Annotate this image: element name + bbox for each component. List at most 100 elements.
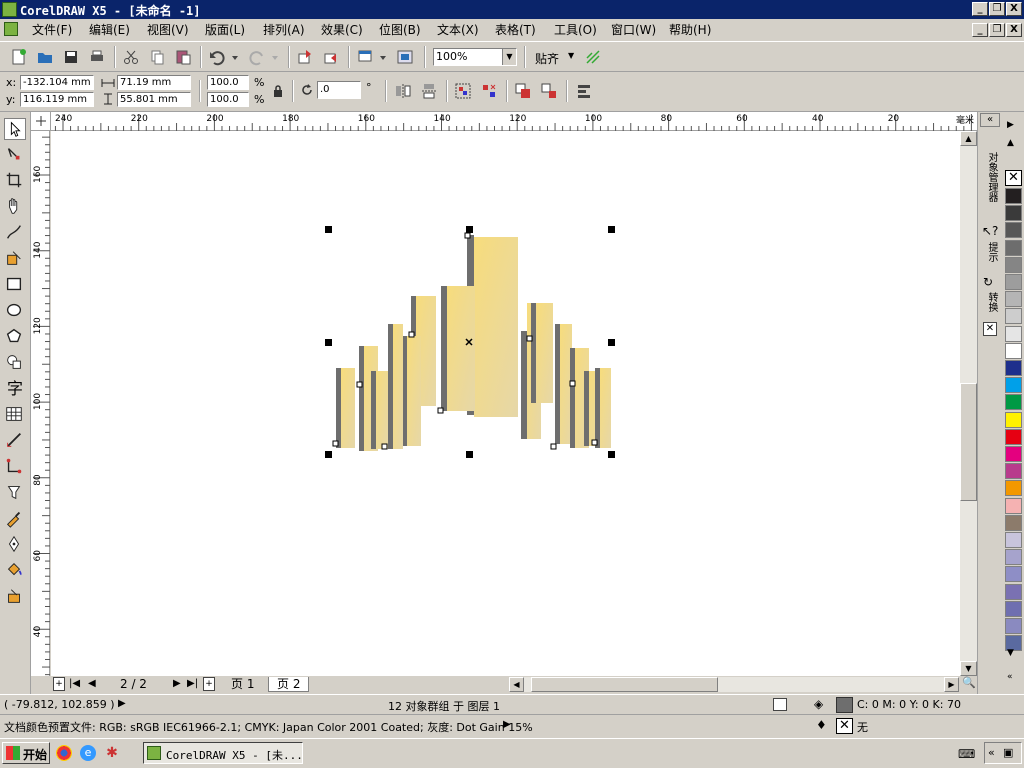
scroll-left-arrow[interactable]: ◀ (509, 677, 524, 692)
polygon-tool-icon[interactable] (4, 326, 26, 348)
menu-effects[interactable]: 效果(C) (321, 22, 363, 38)
color-swatch[interactable] (1005, 291, 1022, 308)
pan-tool-icon[interactable] (4, 196, 26, 218)
selection-handle[interactable] (325, 451, 332, 458)
cut-icon[interactable] (122, 48, 140, 66)
next-page-icon[interactable]: ▶ (173, 678, 181, 689)
status-expand-icon[interactable]: ▶ (118, 698, 126, 709)
save-icon[interactable] (62, 48, 80, 66)
menu-bitmaps[interactable]: 位图(B) (379, 22, 421, 38)
snap-to-dropdown[interactable]: 贴齐 (535, 50, 559, 67)
shadow-shape[interactable] (388, 324, 393, 449)
menu-help[interactable]: 帮助(H) (669, 22, 711, 38)
scale-y-field[interactable]: 100.0 (207, 92, 249, 107)
height-field[interactable]: 55.801 mm (117, 92, 191, 107)
color-swatch[interactable] (1005, 618, 1022, 634)
fill-tool-icon[interactable] (4, 560, 26, 582)
ellipse-tool-icon[interactable] (4, 300, 26, 322)
mirror-horizontal-icon[interactable] (394, 82, 412, 100)
color-swatch[interactable] (1005, 308, 1022, 325)
menu-window[interactable]: 窗口(W) (611, 22, 656, 38)
color-swatch[interactable] (1005, 377, 1022, 394)
building-shape[interactable] (474, 237, 518, 417)
building-shape[interactable] (600, 368, 611, 448)
undo-dropdown-icon[interactable] (230, 48, 240, 66)
add-page-after-icon[interactable]: + (203, 677, 215, 691)
transform-icon[interactable]: ↻ (983, 275, 993, 289)
quick-launch-ie-icon[interactable]: e (80, 745, 96, 761)
text-tool-icon[interactable]: 字 (4, 378, 26, 400)
quick-launch-chrome-icon[interactable] (56, 745, 72, 761)
selection-handle[interactable] (325, 339, 332, 346)
profile-expand-icon[interactable]: ▶ (503, 719, 511, 730)
export-icon[interactable] (322, 48, 340, 66)
menu-text[interactable]: 文本(X) (437, 22, 479, 38)
docker-collapse-icon[interactable]: « (980, 113, 1000, 127)
color-profile-info[interactable]: 文档颜色预置文件: RGB: sRGB IEC61966-2.1; CMYK: … (4, 719, 533, 735)
doc-minimize-button[interactable]: _ (972, 23, 988, 37)
color-swatch[interactable] (1005, 411, 1022, 428)
shadow-shape[interactable] (441, 286, 447, 411)
palette-scroll-down-icon[interactable]: ▼ (1007, 648, 1014, 658)
shadow-shape[interactable] (371, 371, 376, 449)
shadow-shape[interactable] (359, 346, 364, 451)
building-shape[interactable] (447, 286, 475, 411)
menu-arrange[interactable]: 排列(A) (263, 22, 305, 38)
lock-ratio-icon[interactable] (272, 84, 284, 98)
x-position-field[interactable]: -132.104 mm (20, 75, 94, 90)
selection-handle[interactable] (608, 451, 615, 458)
zoom-level-select[interactable]: 100% ▼ (433, 48, 517, 66)
first-page-icon[interactable]: |◀ (69, 678, 80, 689)
redo-dropdown-icon[interactable] (270, 48, 280, 66)
combine-icon[interactable] (514, 82, 532, 100)
basic-shapes-tool-icon[interactable] (4, 352, 26, 374)
chevron-down-icon[interactable]: ▼ (502, 49, 516, 65)
selection-handle[interactable] (466, 226, 473, 233)
shadow-shape[interactable] (570, 348, 575, 448)
shadow-shape[interactable] (555, 324, 560, 444)
building-shape[interactable] (407, 336, 421, 446)
color-swatch[interactable] (1005, 566, 1022, 583)
scale-x-field[interactable]: 100.0 (207, 75, 249, 90)
shadow-shape[interactable] (595, 368, 600, 448)
color-swatch[interactable] (1005, 360, 1022, 376)
selection-handle[interactable] (466, 451, 473, 458)
app-icon[interactable] (2, 2, 17, 17)
menu-table[interactable]: 表格(T) (495, 22, 536, 38)
restore-button[interactable]: ❐ (989, 2, 1005, 16)
menu-edit[interactable]: 编辑(E) (89, 22, 130, 38)
print-icon[interactable] (88, 48, 106, 66)
selection-handle[interactable] (608, 339, 615, 346)
color-swatch[interactable] (1005, 342, 1022, 359)
building-shape[interactable] (393, 324, 403, 449)
width-field[interactable]: 71.19 mm (117, 75, 191, 90)
fill-bucket-icon[interactable]: ◈ (814, 697, 830, 713)
undo-icon[interactable] (208, 48, 226, 66)
vertical-ruler[interactable]: 160 140 120 100 80 60 40 (31, 131, 50, 676)
tab-page-1[interactable]: 页 1 (223, 677, 263, 692)
hints-icon[interactable]: ↖? (982, 224, 998, 238)
palette-scroll-up-icon[interactable]: ▶ (1007, 120, 1014, 130)
shadow-shape[interactable] (531, 303, 536, 403)
close-button[interactable]: X (1006, 2, 1022, 16)
eyedropper-tool-icon[interactable] (4, 508, 26, 530)
building-shape[interactable] (376, 371, 388, 449)
color-swatch[interactable] (1005, 549, 1022, 566)
palette-expand-icon[interactable]: « (1007, 672, 1013, 682)
table-tool-icon[interactable] (4, 404, 26, 426)
break-apart-icon[interactable] (540, 82, 558, 100)
color-swatch[interactable] (1005, 600, 1022, 617)
horizontal-scrollbar[interactable]: ◀ ▶ (509, 677, 959, 692)
color-swatch[interactable] (1005, 514, 1022, 531)
shadow-shape[interactable] (521, 331, 527, 439)
drawing-canvas[interactable] (51, 131, 960, 676)
launcher-dropdown-icon[interactable] (378, 48, 388, 66)
smart-fill-tool-icon[interactable] (4, 248, 26, 270)
building-shape[interactable] (341, 368, 355, 448)
building-group[interactable] (336, 235, 611, 451)
color-swatch[interactable] (1005, 256, 1022, 273)
redo-icon[interactable] (248, 48, 266, 66)
snap-dropdown-icon[interactable]: ▼ (568, 51, 574, 60)
shape-tool-icon[interactable] (4, 144, 26, 166)
docker-tab-transform[interactable]: 转换 (984, 292, 999, 312)
